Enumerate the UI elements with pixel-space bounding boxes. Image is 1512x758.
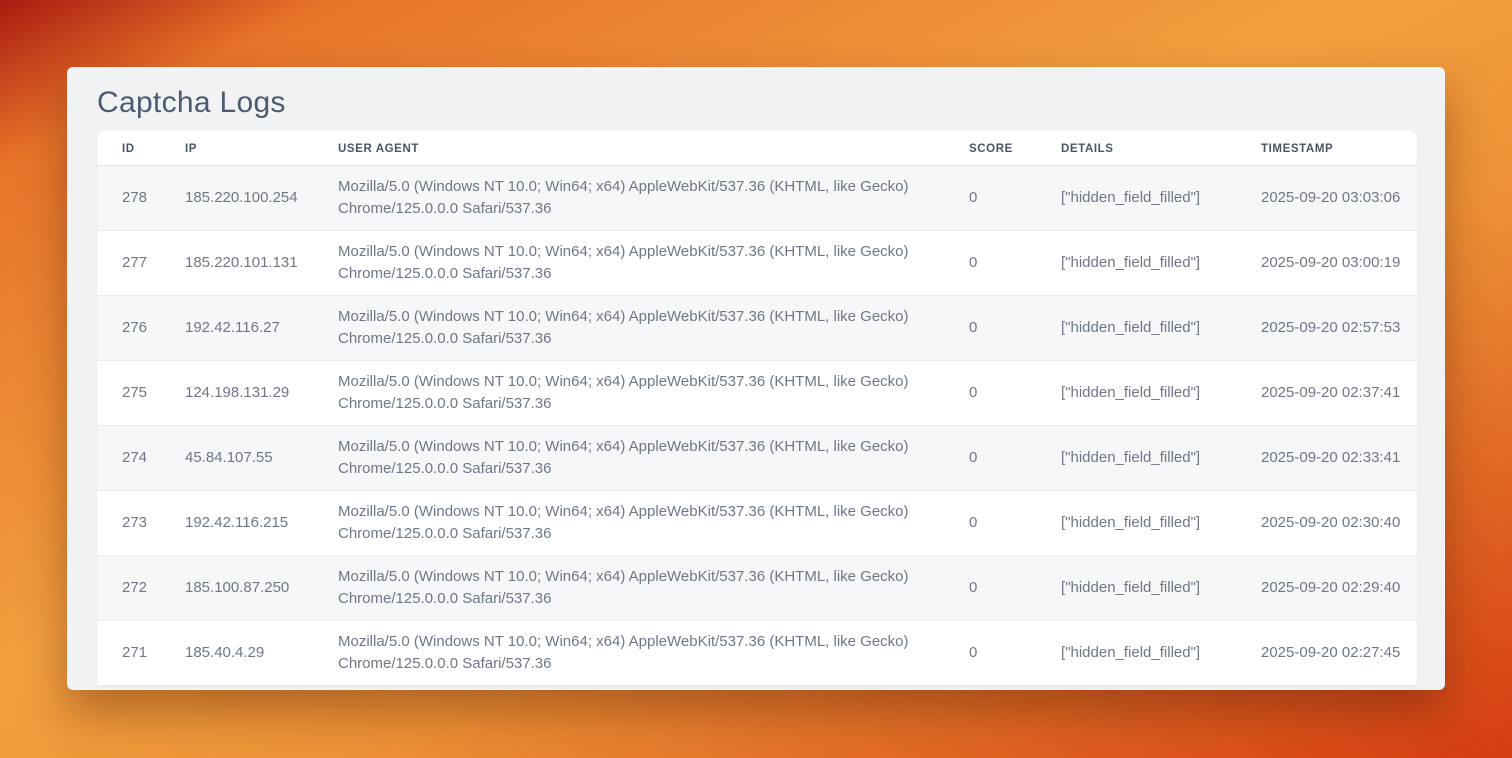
cell-id: 271	[97, 621, 169, 686]
column-header-ip: IP	[169, 131, 322, 166]
column-header-user-agent: USER AGENT	[322, 131, 953, 166]
cell-timestamp: 2025-09-20 02:27:45	[1245, 621, 1417, 686]
cell-score: 0	[953, 556, 1045, 621]
cell-score: 0	[953, 361, 1045, 426]
cell-id: 278	[97, 166, 169, 231]
column-header-details: DETAILS	[1045, 131, 1245, 166]
cell-id: 273	[97, 491, 169, 556]
cell-details: ["hidden_field_filled"]	[1045, 296, 1245, 361]
cell-user-agent: Mozilla/5.0 (Windows NT 10.0; Win64; x64…	[322, 491, 953, 556]
cell-user-agent: Mozilla/5.0 (Windows NT 10.0; Win64; x64…	[322, 231, 953, 296]
cell-user-agent: Mozilla/5.0 (Windows NT 10.0; Win64; x64…	[322, 426, 953, 491]
cell-user-agent: Mozilla/5.0 (Windows NT 10.0; Win64; x64…	[322, 621, 953, 686]
cell-timestamp: 2025-09-20 02:37:41	[1245, 361, 1417, 426]
cell-timestamp: 2025-09-20 02:29:40	[1245, 556, 1417, 621]
log-table-body: 278 185.220.100.254 Mozilla/5.0 (Windows…	[97, 166, 1417, 686]
cell-user-agent: Mozilla/5.0 (Windows NT 10.0; Win64; x64…	[322, 361, 953, 426]
cell-score: 0	[953, 426, 1045, 491]
table-row: 271 185.40.4.29 Mozilla/5.0 (Windows NT …	[97, 621, 1417, 686]
table-row: 275 124.198.131.29 Mozilla/5.0 (Windows …	[97, 361, 1417, 426]
table-row: 276 192.42.116.27 Mozilla/5.0 (Windows N…	[97, 296, 1417, 361]
cell-user-agent: Mozilla/5.0 (Windows NT 10.0; Win64; x64…	[322, 556, 953, 621]
cell-ip: 192.42.116.27	[169, 296, 322, 361]
cell-timestamp: 2025-09-20 02:57:53	[1245, 296, 1417, 361]
cell-ip: 185.220.100.254	[169, 166, 322, 231]
cell-score: 0	[953, 296, 1045, 361]
cell-timestamp: 2025-09-20 03:00:19	[1245, 231, 1417, 296]
cell-ip: 185.100.87.250	[169, 556, 322, 621]
cell-score: 0	[953, 166, 1045, 231]
table-row: 273 192.42.116.215 Mozilla/5.0 (Windows …	[97, 491, 1417, 556]
table-row: 272 185.100.87.250 Mozilla/5.0 (Windows …	[97, 556, 1417, 621]
table-row: 278 185.220.100.254 Mozilla/5.0 (Windows…	[97, 166, 1417, 231]
column-header-timestamp: TIMESTAMP	[1245, 131, 1417, 166]
cell-ip: 192.42.116.215	[169, 491, 322, 556]
cell-timestamp: 2025-09-20 02:33:41	[1245, 426, 1417, 491]
cell-details: ["hidden_field_filled"]	[1045, 426, 1245, 491]
cell-timestamp: 2025-09-20 03:03:06	[1245, 166, 1417, 231]
cell-details: ["hidden_field_filled"]	[1045, 621, 1245, 686]
cell-details: ["hidden_field_filled"]	[1045, 556, 1245, 621]
cell-ip: 124.198.131.29	[169, 361, 322, 426]
column-header-score: SCORE	[953, 131, 1045, 166]
cell-score: 0	[953, 621, 1045, 686]
table-header-row: ID IP USER AGENT SCORE DETAILS TIMESTAMP	[97, 131, 1417, 166]
cell-ip: 45.84.107.55	[169, 426, 322, 491]
cell-ip: 185.220.101.131	[169, 231, 322, 296]
log-table: ID IP USER AGENT SCORE DETAILS TIMESTAMP…	[97, 131, 1417, 686]
cell-id: 272	[97, 556, 169, 621]
cell-score: 0	[953, 491, 1045, 556]
cell-details: ["hidden_field_filled"]	[1045, 166, 1245, 231]
cell-details: ["hidden_field_filled"]	[1045, 361, 1245, 426]
cell-details: ["hidden_field_filled"]	[1045, 491, 1245, 556]
column-header-id: ID	[97, 131, 169, 166]
table-row: 277 185.220.101.131 Mozilla/5.0 (Windows…	[97, 231, 1417, 296]
cell-id: 277	[97, 231, 169, 296]
log-table-container: ID IP USER AGENT SCORE DETAILS TIMESTAMP…	[97, 131, 1417, 686]
page-background: Captcha Logs ID IP USER AGENT SCORE DETA…	[0, 0, 1512, 758]
cell-id: 275	[97, 361, 169, 426]
cell-user-agent: Mozilla/5.0 (Windows NT 10.0; Win64; x64…	[322, 166, 953, 231]
cell-timestamp: 2025-09-20 02:30:40	[1245, 491, 1417, 556]
table-row: 274 45.84.107.55 Mozilla/5.0 (Windows NT…	[97, 426, 1417, 491]
cell-score: 0	[953, 231, 1045, 296]
cell-id: 274	[97, 426, 169, 491]
cell-ip: 185.40.4.29	[169, 621, 322, 686]
cell-details: ["hidden_field_filled"]	[1045, 231, 1245, 296]
cell-id: 276	[97, 296, 169, 361]
captcha-logs-card: Captcha Logs ID IP USER AGENT SCORE DETA…	[67, 67, 1445, 690]
page-title: Captcha Logs	[67, 67, 1445, 125]
cell-user-agent: Mozilla/5.0 (Windows NT 10.0; Win64; x64…	[322, 296, 953, 361]
